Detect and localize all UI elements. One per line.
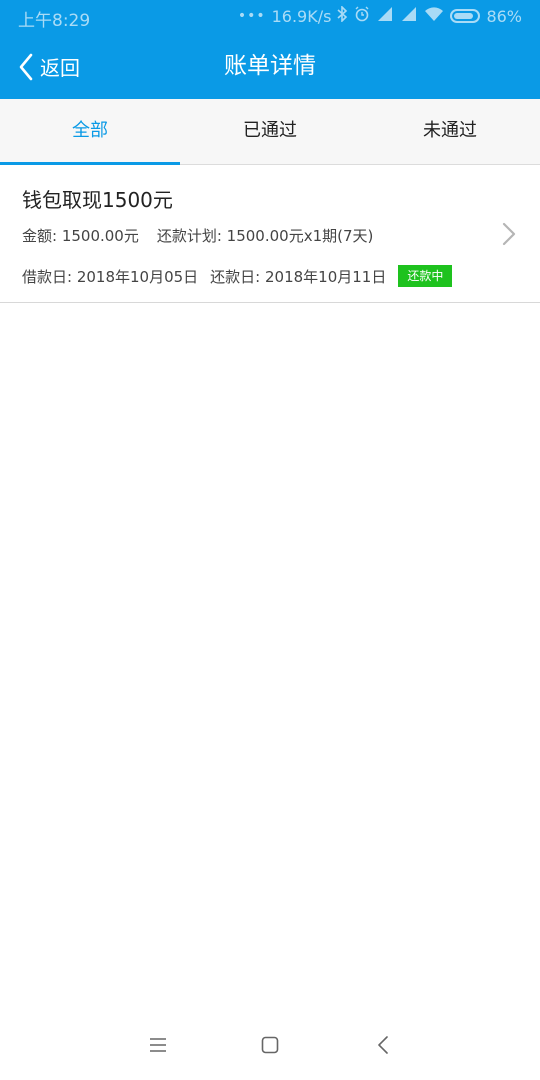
status-icons: ••• 16.9K/s 86% (237, 5, 522, 26)
net-speed: 16.9K/s (271, 6, 332, 26)
menu-icon (149, 1037, 167, 1057)
repayment-plan: 还款计划: 1500.00元x1期(7天) (156, 227, 374, 245)
alarm-icon (354, 6, 370, 26)
bill-title: 钱包取现1500元 (22, 188, 173, 212)
tab-bar: 全部 已通过 未通过 (0, 99, 540, 165)
notification-dots: ••• (237, 8, 266, 24)
bill-list-item[interactable]: 钱包取现1500元 金额: 1500.00元 还款计划: 1500.00元x1期(… (0, 166, 540, 303)
repay-date: 还款日: 2018年10月11日 (210, 267, 387, 286)
signal-hd-icon (376, 6, 394, 26)
bill-amount: 金额: 1500.00元 (22, 227, 139, 245)
bill-amount-row: 金额: 1500.00元 还款计划: 1500.00元x1期(7天) (22, 225, 373, 246)
status-badge: 还款中 (398, 265, 453, 287)
nav-menu-button[interactable] (143, 1032, 173, 1062)
battery-icon (450, 9, 481, 23)
tab-all[interactable]: 全部 (0, 99, 180, 165)
app-screen: 上午8:29 ••• 16.9K/s 86% 返回 账单详情 全部 已通过 未通… (0, 0, 540, 1080)
tab-rejected[interactable]: 未通过 (360, 99, 540, 164)
app-header: 返回 账单详情 (0, 34, 540, 99)
borrow-date: 借款日: 2018年10月05日 (22, 267, 199, 286)
wifi-icon (424, 6, 444, 26)
status-time: 上午8:29 (18, 11, 91, 31)
battery-level: 86% (486, 6, 522, 26)
status-bar: 上午8:29 ••• 16.9K/s 86% (0, 0, 540, 34)
chevron-right-icon (502, 222, 516, 250)
back-arrow-icon (377, 1036, 389, 1058)
bill-dates-row: 借款日: 2018年10月05日 还款日: 2018年10月11日 还款中 (22, 265, 453, 287)
tab-approved[interactable]: 已通过 (180, 99, 360, 164)
page-title: 账单详情 (224, 53, 316, 79)
signal-hd-icon-2 (400, 6, 418, 26)
nav-back-button[interactable] (368, 1032, 398, 1062)
nav-home-button[interactable] (255, 1032, 285, 1062)
square-home-icon (261, 1036, 279, 1058)
system-nav-bar (0, 1014, 540, 1080)
bluetooth-icon (337, 5, 348, 26)
